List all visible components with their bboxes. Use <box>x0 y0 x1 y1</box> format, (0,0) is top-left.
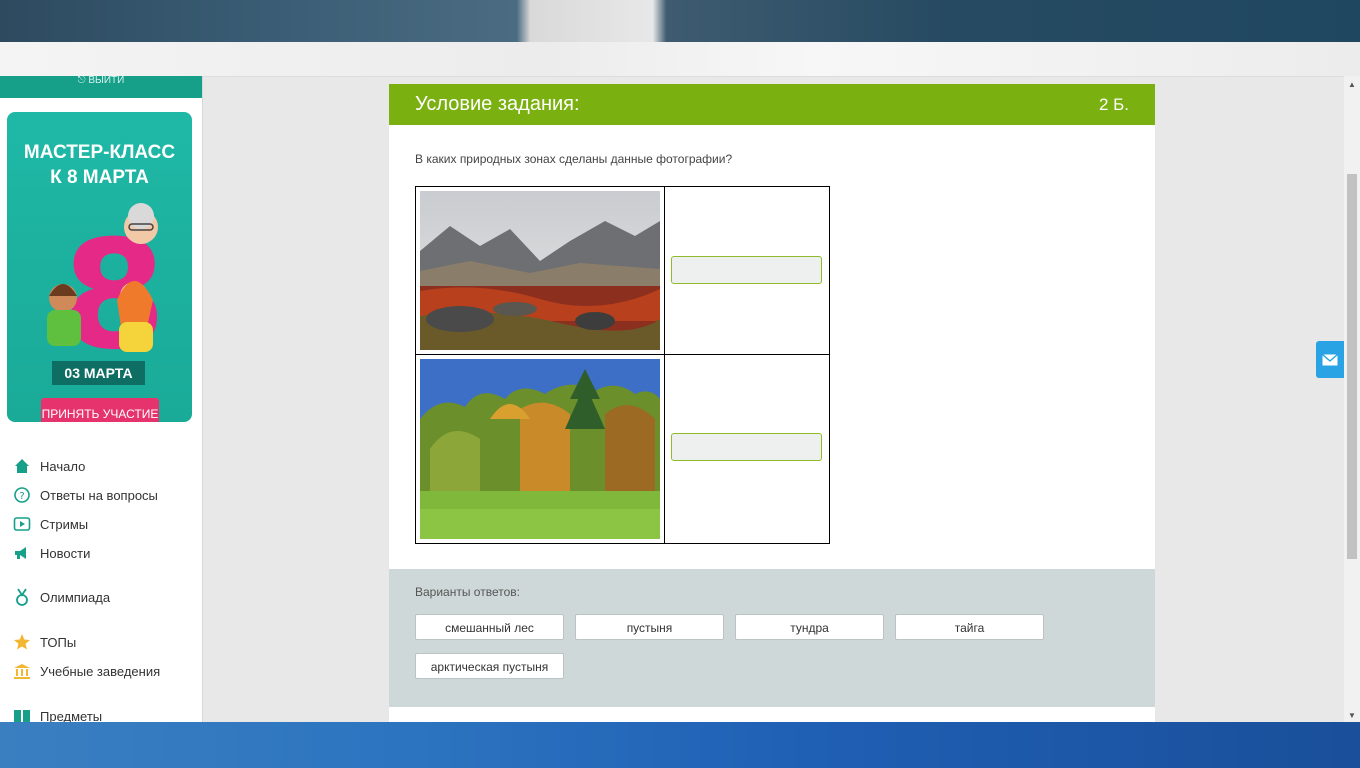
play-icon <box>13 515 31 533</box>
boy-body <box>47 310 81 346</box>
home-icon <box>13 457 31 475</box>
sidebar-item-label: ТОПы <box>40 634 77 650</box>
participate-button[interactable]: ПРИНЯТЬ УЧАСТИЕ <box>41 398 159 422</box>
feedback-button[interactable] <box>1316 341 1344 378</box>
browser-bookmarks-bar <box>0 42 1360 77</box>
sidebar-item-label: Олимпиада <box>40 589 111 605</box>
logout-icon: ⎋ <box>77 76 89 86</box>
answer-cell <box>664 186 830 355</box>
browser-tab-bar <box>0 0 1360 42</box>
option-tundra[interactable]: тундра <box>735 614 884 640</box>
medal-icon <box>13 588 31 606</box>
answer-drop-zone-2[interactable] <box>671 433 822 461</box>
scroll-down-arrow-icon[interactable]: ▼ <box>1348 711 1356 720</box>
sidebar-item-label: Предметы <box>40 708 103 723</box>
star-icon <box>13 633 31 651</box>
promo-date: 03 МАРТА <box>52 361 145 385</box>
sidebar-item-label: Учебные заведения <box>40 663 161 679</box>
sidebar-item-label: Новости <box>40 545 91 561</box>
mail-icon <box>1322 353 1338 365</box>
sidebar-item-label: Ответы на вопросы <box>40 487 158 503</box>
tundra-photo <box>420 191 660 350</box>
option-taiga[interactable]: тайга <box>895 614 1044 640</box>
option-desert[interactable]: пустыня <box>575 614 724 640</box>
option-arctic-desert[interactable]: арктическая пустыня <box>415 653 564 679</box>
answer-options-panel: Варианты ответов: смешанный лес пустыня … <box>389 569 1155 707</box>
girl-body <box>119 322 153 352</box>
megaphone-icon <box>13 544 31 562</box>
sidebar-item-subjects[interactable]: Предметы <box>13 706 102 722</box>
page-scrollbar[interactable]: ▲ ▼ <box>1344 76 1360 722</box>
task-card: Условие задания: 2 Б. В каких природных … <box>389 84 1155 722</box>
sidebar-item-streams[interactable]: Стримы <box>13 514 88 534</box>
question-table <box>415 186 830 544</box>
sidebar: ⎋ ВЫЙТИ МАСТЕР-КЛАСС К 8 МАРТА 8 03 МАРТ… <box>0 76 203 722</box>
sidebar-item-label: Начало <box>40 458 86 474</box>
task-title: Условие задания: <box>415 93 580 115</box>
logout-link[interactable]: ⎋ ВЫЙТИ <box>0 76 202 98</box>
table-row <box>415 354 830 544</box>
forest-photo <box>420 359 660 539</box>
question-icon: ? <box>13 486 31 504</box>
answers-label: Варианты ответов: <box>415 585 520 599</box>
sidebar-item-label: Стримы <box>40 516 89 532</box>
task-header: Условие задания: 2 Б. <box>389 84 1155 125</box>
os-taskbar <box>0 722 1360 768</box>
sidebar-item-news[interactable]: Новости <box>13 543 90 563</box>
photo-cell <box>415 186 665 355</box>
promo-banner[interactable]: МАСТЕР-КЛАСС К 8 МАРТА 8 03 МАРТА ПРИНЯТ… <box>7 112 192 422</box>
sidebar-item-olympiad[interactable]: Олимпиада <box>13 587 110 607</box>
book-icon <box>13 707 31 722</box>
task-points: 2 Б. <box>1098 94 1129 114</box>
sidebar-item-institutions[interactable]: Учебные заведения <box>13 661 160 681</box>
svg-text:?: ? <box>19 491 24 502</box>
logout-label: ВЫЙТИ <box>88 76 125 86</box>
answer-cell <box>664 354 830 544</box>
scroll-up-arrow-icon[interactable]: ▲ <box>1348 80 1356 89</box>
task-question: В каких природных зонах сделаны данные ф… <box>415 152 733 166</box>
scroll-thumb[interactable] <box>1347 174 1357 559</box>
photo-cell <box>415 354 665 544</box>
grandma-hair <box>128 203 154 229</box>
answer-drop-zone-1[interactable] <box>671 256 822 284</box>
sidebar-item-answers[interactable]: ? Ответы на вопросы <box>13 485 158 505</box>
table-row <box>415 186 830 355</box>
institution-icon <box>13 662 31 680</box>
sidebar-item-tops[interactable]: ТОПы <box>13 632 76 652</box>
option-mixed-forest[interactable]: смешанный лес <box>415 614 564 640</box>
sidebar-item-home[interactable]: Начало <box>13 456 85 476</box>
